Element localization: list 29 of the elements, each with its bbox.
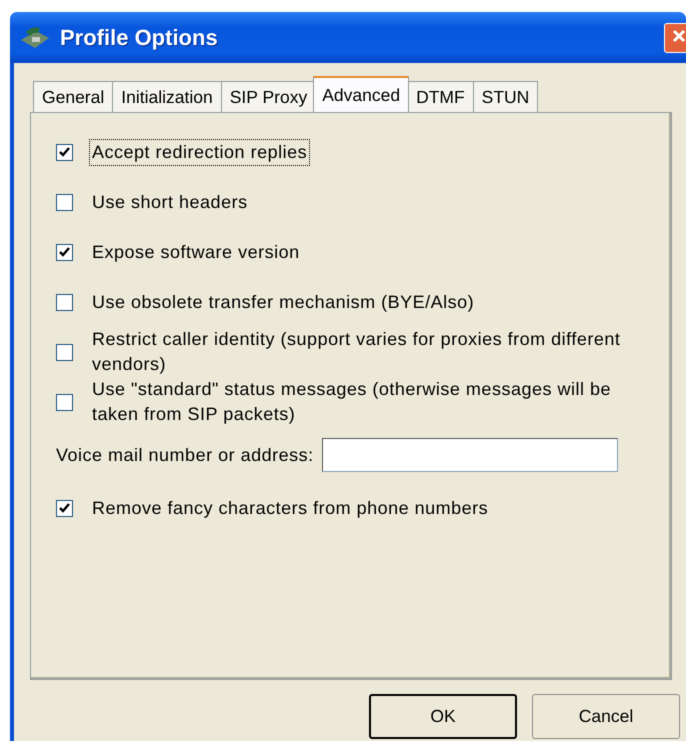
tab[interactable]: STUN — [472, 81, 538, 112]
cancel-button[interactable]: Cancel — [532, 694, 680, 739]
checkbox-label: Restrict caller identity (support varies for proxies from different vendors) — [91, 328, 622, 376]
checkbox-label: Remove fancy characters from phone numbers — [91, 496, 490, 520]
checkbox-label: Use short headers — [91, 190, 249, 214]
checkbox[interactable] — [56, 294, 73, 310]
tab[interactable]: General — [33, 81, 114, 112]
tab[interactable]: Advanced — [313, 76, 410, 112]
voice-mail-field[interactable] — [322, 438, 618, 472]
checkbox-label: Use obsolete transfer mechanism (BYE/Also) — [91, 290, 476, 314]
check-mark-icon — [59, 247, 70, 257]
window-title: Profile Options — [60, 24, 218, 50]
check-mark-icon — [59, 503, 70, 513]
close-button[interactable] — [664, 22, 686, 52]
checkbox[interactable] — [56, 244, 73, 260]
checkbox-label: Expose software version — [91, 240, 301, 264]
checkbox-label: Use "standard" status messages (otherwise messages will be taken from SIP packets) — [91, 378, 612, 426]
checkbox[interactable] — [56, 144, 73, 160]
checkbox[interactable] — [56, 344, 73, 360]
check-mark-icon — [59, 147, 70, 157]
close-icon — [671, 28, 686, 44]
checkbox[interactable] — [56, 194, 73, 210]
ok-button[interactable]: OK — [369, 694, 517, 739]
checkbox[interactable] — [56, 500, 73, 516]
field-label: Voice mail number or address: — [56, 444, 314, 466]
checkbox-label: Accept redirection replies — [90, 140, 310, 164]
checkbox[interactable] — [56, 394, 73, 410]
tab[interactable]: Initialization — [112, 81, 222, 112]
tab[interactable]: DTMF — [407, 81, 474, 112]
